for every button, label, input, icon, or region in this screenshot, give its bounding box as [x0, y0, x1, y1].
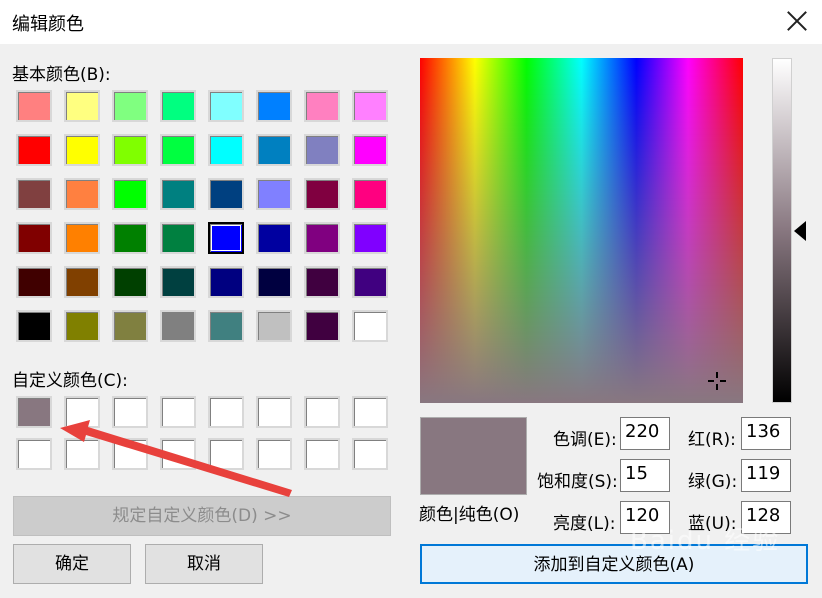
annotation-arrow-icon	[60, 420, 292, 497]
